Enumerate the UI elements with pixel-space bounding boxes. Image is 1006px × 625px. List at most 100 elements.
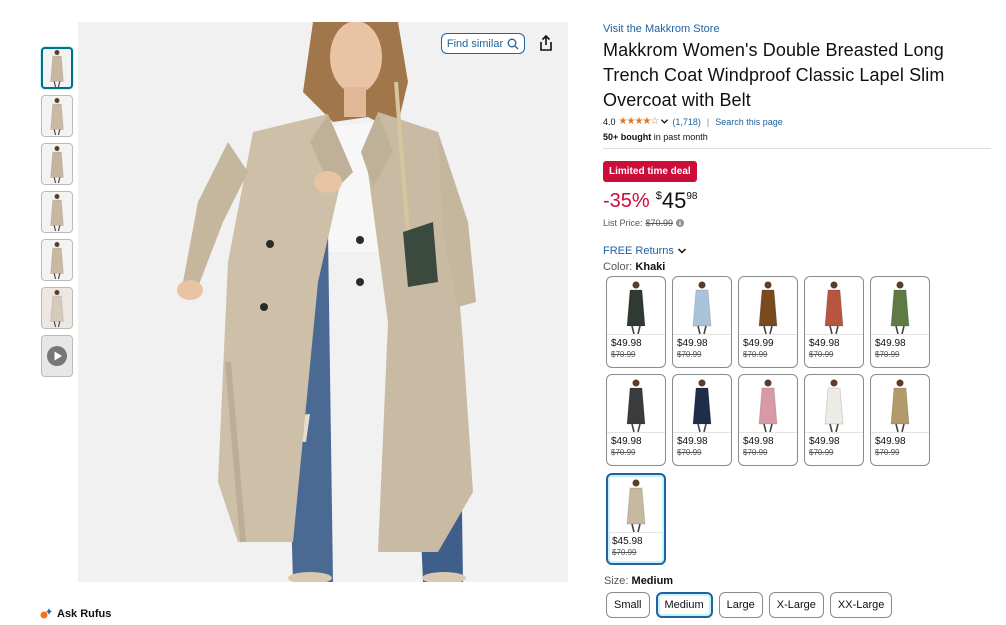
coat-figure xyxy=(758,379,778,432)
thumbnail-1[interactable] xyxy=(41,47,73,89)
store-link[interactable]: Visit the Makkrom Store xyxy=(603,23,993,35)
main-product-image[interactable] xyxy=(78,22,568,582)
search-icon xyxy=(507,38,519,49)
swatch-price: $49.99 xyxy=(743,338,774,349)
coat-figure xyxy=(50,98,64,135)
chevron-down-icon[interactable] xyxy=(660,117,669,126)
swatch-price: $49.98 xyxy=(875,436,906,447)
swatch-list-price: $70.99 xyxy=(611,350,636,359)
find-similar-label: Find similar xyxy=(446,37,504,50)
coat-figure xyxy=(50,242,64,279)
free-returns-link[interactable]: FREE Returns xyxy=(603,245,993,257)
swatch-image xyxy=(871,277,929,335)
color-swatch[interactable]: $49.98 $70.99 xyxy=(672,276,732,368)
coat-figure xyxy=(50,290,64,327)
size-option-x-large[interactable]: X-Large xyxy=(768,592,824,618)
coat-figure xyxy=(626,479,646,532)
thumbnail-3[interactable] xyxy=(41,143,73,185)
search-this-page-link[interactable]: Search this page xyxy=(715,117,783,127)
coat-figure xyxy=(890,281,910,334)
rating-row: 4.0 ★★★★☆ (1,718) | Search this page xyxy=(603,116,993,127)
coat-figure xyxy=(890,379,910,432)
coat-figure xyxy=(692,281,712,334)
thumbnail-detail-grid[interactable] xyxy=(41,287,73,329)
swatch-price: $45.98 xyxy=(612,536,643,547)
color-swatch[interactable]: $49.98 $70.99 xyxy=(606,276,666,368)
share-icon[interactable] xyxy=(538,34,554,52)
swatch-list-price: $70.99 xyxy=(611,448,636,457)
star-rating-icon[interactable]: ★★★★☆ xyxy=(619,116,660,127)
coat-figure xyxy=(626,379,646,432)
swatch-image xyxy=(673,277,731,335)
rufus-sparkle-icon xyxy=(40,608,52,619)
size-label-text: Size: xyxy=(604,575,629,587)
bought-suffix: in past month xyxy=(651,132,708,142)
coat-figure xyxy=(824,379,844,432)
swatch-price: $49.98 xyxy=(677,436,708,447)
discount-percent: -35% xyxy=(603,190,650,212)
swatch-list-price: $70.99 xyxy=(809,448,834,457)
find-similar-button[interactable]: Find similar xyxy=(441,33,525,54)
selected-color: Khaki xyxy=(635,261,666,273)
swatch-list-price: $70.99 xyxy=(743,350,768,359)
play-icon xyxy=(47,346,67,366)
size-option-medium[interactable]: Medium xyxy=(655,592,713,618)
bought-count: 50+ bought xyxy=(603,132,652,142)
separator: | xyxy=(706,116,710,127)
thumbnail-2[interactable] xyxy=(41,95,73,137)
coat-figure xyxy=(824,281,844,334)
thumbnail-4[interactable] xyxy=(41,191,73,233)
swatch-price: $49.98 xyxy=(743,436,774,447)
color-swatch[interactable]: $49.98 $70.99 xyxy=(870,374,930,466)
swatch-list-price: $70.99 xyxy=(743,448,768,457)
swatch-image xyxy=(673,375,731,433)
swatch-price: $49.98 xyxy=(809,338,840,349)
list-price: List Price: $70.99 xyxy=(603,218,993,228)
coat-figure xyxy=(626,281,646,334)
color-swatch-selected[interactable]: $45.98 $70.99 xyxy=(606,473,666,565)
coat-figure xyxy=(758,281,778,334)
swatch-price: $49.98 xyxy=(611,338,642,349)
size-option-xx-large[interactable]: XX-Large xyxy=(829,592,893,618)
swatch-image xyxy=(607,277,665,335)
swatch-image xyxy=(608,475,664,533)
ask-rufus-button[interactable]: Ask Rufus xyxy=(40,608,111,620)
color-swatch[interactable]: $49.98 $70.99 xyxy=(870,276,930,368)
swatch-list-price: $70.99 xyxy=(809,350,834,359)
color-swatch[interactable]: $49.98 $70.99 xyxy=(672,374,732,466)
color-swatch[interactable]: $49.98 $70.99 xyxy=(804,374,864,466)
rating-count-link[interactable]: (1,718) xyxy=(672,117,701,127)
coat-figure xyxy=(50,194,64,231)
coat-figure xyxy=(692,379,712,432)
swatch-image xyxy=(739,277,797,335)
color-label: Color: Khaki xyxy=(603,261,993,273)
thumbnail-5[interactable] xyxy=(41,239,73,281)
swatch-price: $49.98 xyxy=(677,338,708,349)
color-swatch[interactable]: $49.98 $70.99 xyxy=(804,276,864,368)
swatch-list-price: $70.99 xyxy=(677,448,702,457)
color-swatch[interactable]: $49.98 $70.99 xyxy=(738,374,798,466)
info-icon[interactable] xyxy=(676,219,685,227)
swatch-price: $49.98 xyxy=(611,436,642,447)
deal-price: $ 45 98 xyxy=(656,188,698,214)
size-option-small[interactable]: Small xyxy=(606,592,650,618)
size-option-large[interactable]: Large xyxy=(718,592,763,618)
swatch-price: $49.98 xyxy=(809,436,840,447)
size-label: Size: Medium xyxy=(604,575,673,587)
list-price-value: $70.99 xyxy=(645,218,674,228)
bought-in-past-month: 50+ bought in past month xyxy=(603,132,993,142)
color-swatch[interactable]: $49.99 $70.99 xyxy=(738,276,798,368)
model-illustration xyxy=(78,22,568,582)
selected-size: Medium xyxy=(631,575,674,587)
swatch-price: $49.98 xyxy=(875,338,906,349)
divider xyxy=(603,148,991,149)
swatch-list-price: $70.99 xyxy=(875,350,900,359)
color-swatch[interactable]: $49.98 $70.99 xyxy=(606,374,666,466)
swatch-image xyxy=(607,375,665,433)
size-options: Small Medium Large X-Large XX-Large xyxy=(606,592,893,618)
free-returns-label: FREE Returns xyxy=(603,245,674,257)
chevron-down-icon xyxy=(677,248,686,254)
price-fraction: 98 xyxy=(686,191,698,202)
price-row: -35% $ 45 98 xyxy=(603,188,993,216)
thumbnail-video[interactable] xyxy=(41,335,73,377)
